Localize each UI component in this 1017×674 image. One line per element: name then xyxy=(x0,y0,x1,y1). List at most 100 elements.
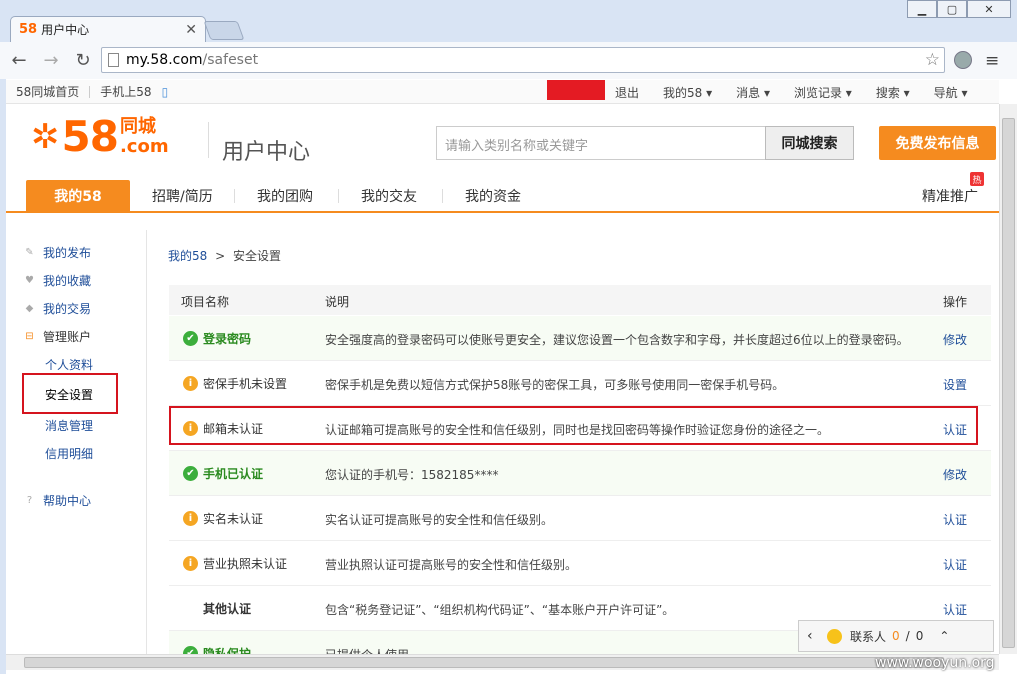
row-action[interactable]: 修改 xyxy=(943,466,967,483)
globe-icon[interactable] xyxy=(954,51,972,69)
scroll-thumb[interactable] xyxy=(24,657,944,668)
search-button[interactable]: 同城搜索 xyxy=(765,126,854,160)
edit-icon: ✎ xyxy=(25,246,34,258)
vertical-scrollbar[interactable] xyxy=(999,104,1017,654)
row-label: 实名未认证 xyxy=(203,512,264,526)
my58-menu[interactable]: 我的58 ▾ xyxy=(663,84,712,101)
tab-favicon: 58 xyxy=(19,22,38,37)
search-input[interactable]: 请输入类别名称或关键字 xyxy=(436,126,766,160)
chevron-left-icon[interactable]: ‹ xyxy=(807,628,813,644)
row-name: ✔ 手机已认证 xyxy=(183,465,263,482)
sidebar-item-label: 我的发布 xyxy=(43,245,92,260)
row-name: ✔ 登录密码 xyxy=(183,330,251,347)
row-label: 隐私保护 xyxy=(203,647,252,654)
maximize-icon[interactable]: ▢ xyxy=(937,0,967,18)
row-action[interactable]: 认证 xyxy=(943,511,967,528)
logout-link[interactable]: 退出 xyxy=(615,84,639,101)
row-name: i 密保手机未设置 xyxy=(183,375,287,392)
post-free-button[interactable]: 免费发布信息 xyxy=(879,126,996,160)
sidebar-item-posts[interactable]: ✎ 我的发布 xyxy=(24,243,91,261)
table-row: ✔ 手机已认证 您认证的手机号：1582185**** 修改 xyxy=(169,451,991,496)
tab-close-icon[interactable]: ✕ xyxy=(185,22,197,38)
column-header: 操作 xyxy=(943,295,968,309)
chevron-up-icon[interactable]: ⌃ xyxy=(939,629,949,643)
highlight-box xyxy=(169,406,978,445)
scroll-thumb[interactable] xyxy=(1002,118,1015,648)
row-desc: 安全强度高的登录密码可以使账号更安全，建议您设置一个包含数字和字母，并长度超过6… xyxy=(325,333,909,347)
tab-funds[interactable]: 我的资金 xyxy=(465,180,521,211)
row-desc: 密保手机是免费以短信方式保护58账号的密保工具，可多账号使用同一密保手机号码。 xyxy=(325,378,785,392)
breadcrumb-sep: > xyxy=(215,249,226,263)
browser-tab[interactable]: 58 用户中心 ✕ xyxy=(10,16,206,42)
new-tab-button[interactable] xyxy=(203,21,245,40)
table-row: i 密保手机未设置 密保手机是免费以短信方式保护58账号的密保工具，可多账号使用同… xyxy=(169,361,991,406)
table-row: i 实名未认证 实名认证可提高账号的安全性和信任级别。 认证 xyxy=(169,496,991,541)
row-label: 密保手机未设置 xyxy=(203,377,288,391)
messages-menu[interactable]: 消息 ▾ xyxy=(736,84,770,101)
table-row: ✔ 登录密码 安全强度高的登录密码可以使账号更安全，建议您设置一个包含数字和字母，… xyxy=(169,316,991,361)
sidebar-item-account[interactable]: ⊟ 管理账户 xyxy=(24,327,91,345)
row-action[interactable]: 认证 xyxy=(943,556,967,573)
sidebar-item-help[interactable]: ? 帮助中心 xyxy=(24,491,91,509)
mobile-link[interactable]: 手机上58 xyxy=(90,83,161,100)
divider xyxy=(442,189,443,203)
forward-icon[interactable]: → xyxy=(38,48,64,74)
page-icon xyxy=(108,53,119,67)
tab-groupbuy[interactable]: 我的团购 xyxy=(257,180,313,211)
close-window-icon[interactable]: ✕ xyxy=(967,0,1011,18)
tab-my58[interactable]: 我的58 xyxy=(26,180,130,211)
row-desc: 您认证的手机号：1582185**** xyxy=(325,468,499,482)
row-label: 其他认证 xyxy=(203,602,252,616)
browser-toolbar: ← → ↻ my.58.com/safeset ☆ ≡ xyxy=(0,42,1017,79)
sidebar-item-credit[interactable]: 信用明细 xyxy=(45,444,93,462)
check-icon: ✔ xyxy=(183,466,198,481)
warning-icon: i xyxy=(183,376,198,391)
row-action[interactable]: 修改 xyxy=(943,331,967,348)
back-icon[interactable]: ← xyxy=(6,48,32,74)
warning-icon: i xyxy=(183,511,198,526)
sidebar-item-trades[interactable]: ◆ 我的交易 xyxy=(24,299,91,317)
row-desc: 实名认证可提高账号的安全性和信任级别。 xyxy=(325,513,554,527)
row-action[interactable]: 认证 xyxy=(943,601,967,618)
main-nav: 我的58 招聘/简历 我的团购 我的交友 我的资金 精准推广 热 xyxy=(6,172,999,213)
minimize-icon[interactable]: ▁ xyxy=(907,0,937,18)
smiley-icon xyxy=(827,628,842,644)
search-menu[interactable]: 搜索 ▾ xyxy=(876,84,910,101)
sidebar-item-favorites[interactable]: ♥ 我的收藏 xyxy=(24,271,91,289)
tab-dating[interactable]: 我的交友 xyxy=(361,180,417,211)
sidebar-item-profile[interactable]: 个人资料 xyxy=(45,355,93,373)
sidebar-item-messages[interactable]: 消息管理 xyxy=(45,416,93,434)
contact-count: 0 xyxy=(892,629,900,643)
contact-sep: / xyxy=(905,629,910,643)
logo-mascot-icon: ✲ xyxy=(31,116,60,157)
page-title: 用户中心 xyxy=(222,140,311,165)
row-desc: 包含“税务登记证”、“组织机构代码证”、“基本账户开户许可证”。 xyxy=(325,603,675,617)
reload-icon[interactable]: ↻ xyxy=(70,48,96,74)
history-menu[interactable]: 浏览记录 ▾ xyxy=(794,84,852,101)
guide-menu[interactable]: 导航 ▾ xyxy=(934,84,968,101)
column-header: 项目名称 xyxy=(181,295,230,309)
url-path: /safeset xyxy=(202,52,259,68)
window-controls: ▁ ▢ ✕ xyxy=(907,0,1011,18)
breadcrumb-current: 安全设置 xyxy=(233,249,282,263)
row-action[interactable]: 设置 xyxy=(943,376,967,393)
collapse-icon: ⊟ xyxy=(25,330,34,342)
bookmark-star-icon[interactable]: ☆ xyxy=(925,50,940,70)
sidebar-item-label: 我的交易 xyxy=(43,301,92,316)
address-bar[interactable]: my.58.com/safeset ☆ xyxy=(101,47,945,73)
row-label: 手机已认证 xyxy=(203,467,264,481)
tab-jobs[interactable]: 招聘/简历 xyxy=(152,180,213,211)
table-row: i 营业执照未认证 营业执照认证可提高账号的安全性和信任级别。 认证 xyxy=(169,541,991,586)
row-name: i 营业执照未认证 xyxy=(183,555,287,572)
highlight-box xyxy=(22,373,118,414)
home-link[interactable]: 58同城首页 xyxy=(6,83,89,100)
row-desc: 已提供个人使用 xyxy=(325,646,409,654)
horizontal-scrollbar[interactable] xyxy=(6,654,999,670)
site-topbar: 58同城首页 手机上58 ▯ 退出 我的58 ▾ 消息 ▾ 浏览记录 ▾ 搜索 … xyxy=(6,80,999,104)
watermark: www.wooyun.org xyxy=(875,655,995,671)
contact-widget[interactable]: ‹ 联系人 0 / 0 ⌃ xyxy=(798,620,994,652)
site-logo[interactable]: ✲ 58 同城 .com xyxy=(31,112,169,161)
menu-icon[interactable]: ≡ xyxy=(985,51,999,71)
row-name: 其他认证 xyxy=(203,600,251,617)
breadcrumb-root[interactable]: 我的58 xyxy=(168,249,207,263)
